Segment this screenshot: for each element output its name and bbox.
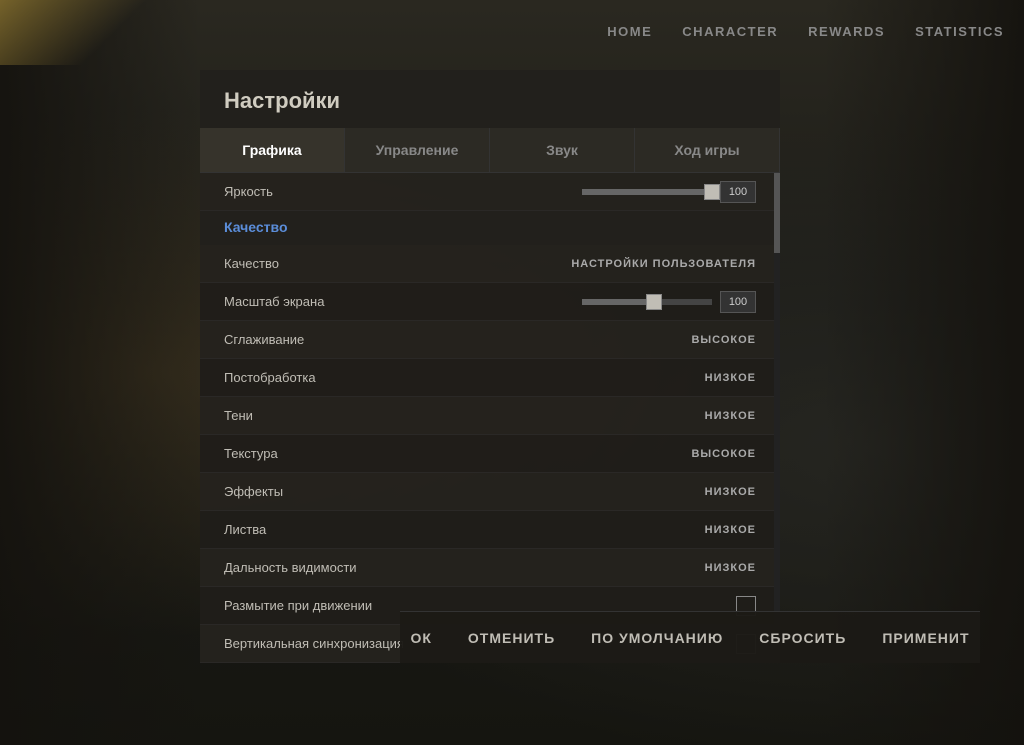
postprocess-label: Постобработка xyxy=(224,370,424,385)
tab-sound[interactable]: Звук xyxy=(490,128,635,172)
postprocess-value[interactable]: НИЗКОЕ xyxy=(705,372,756,384)
top-navigation: HOME CHARACTER REWARDS STATISTICS xyxy=(587,0,1024,62)
bg-left-overlay xyxy=(0,0,200,745)
setting-row-texture: Текстура ВЫСОКОЕ xyxy=(200,435,780,473)
screen-scale-slider-track[interactable] xyxy=(582,299,712,305)
screen-scale-slider-fill xyxy=(582,299,654,305)
quality-value[interactable]: НАСТРОЙКИ ПОЛЬЗОВАТЕЛЯ xyxy=(571,258,756,270)
setting-row-antialiasing: Сглаживание ВЫСОКОЕ xyxy=(200,321,780,359)
effects-label: Эффекты xyxy=(224,484,424,499)
brightness-slider-container: 100 xyxy=(582,181,756,203)
brightness-slider-thumb[interactable] xyxy=(704,184,720,200)
cancel-button[interactable]: ОТМЕНИТЬ xyxy=(460,625,563,651)
quality-label: Качество xyxy=(224,256,424,271)
nav-rewards[interactable]: REWARDS xyxy=(808,19,885,44)
reset-button[interactable]: СБРОСИТЬ xyxy=(751,625,854,651)
screen-scale-value-box: 100 xyxy=(720,291,756,313)
screen-scale-label: Масштаб экрана xyxy=(224,294,424,309)
top-left-decoration xyxy=(0,0,180,65)
setting-row-brightness: Яркость 100 xyxy=(200,173,780,211)
screen-scale-slider-container: 100 xyxy=(582,291,756,313)
quality-section-header: Качество xyxy=(200,211,780,245)
foliage-value[interactable]: НИЗКОЕ xyxy=(705,524,756,536)
quality-section-label: Качество xyxy=(224,219,288,235)
tab-graphics[interactable]: Графика xyxy=(200,128,345,172)
setting-row-foliage: Листва НИЗКОЕ xyxy=(200,511,780,549)
scrollbar[interactable] xyxy=(774,173,780,663)
settings-content: Яркость 100 Качество Качество НАСТРОЙКИ … xyxy=(200,173,780,663)
brightness-slider-fill xyxy=(582,189,712,195)
nav-statistics[interactable]: STATISTICS xyxy=(915,19,1004,44)
view-distance-value[interactable]: НИЗКОЕ xyxy=(705,562,756,574)
scrollbar-thumb[interactable] xyxy=(774,173,780,253)
settings-panel: Настройки Графика Управление Звук Ход иг… xyxy=(200,70,780,663)
settings-title: Настройки xyxy=(200,70,780,128)
antialiasing-value[interactable]: ВЫСОКОЕ xyxy=(691,334,756,346)
default-button[interactable]: ПО УМОЛЧАНИЮ xyxy=(583,625,731,651)
apply-button[interactable]: ПРИМЕНИТ xyxy=(874,625,977,651)
bottom-bar: ОК ОТМЕНИТЬ ПО УМОЛЧАНИЮ СБРОСИТЬ ПРИМЕН… xyxy=(400,611,980,663)
brightness-value-box: 100 xyxy=(720,181,756,203)
texture-value[interactable]: ВЫСОКОЕ xyxy=(691,448,756,460)
tab-gameplay[interactable]: Ход игры xyxy=(635,128,780,172)
setting-row-effects: Эффекты НИЗКОЕ xyxy=(200,473,780,511)
setting-row-quality: Качество НАСТРОЙКИ ПОЛЬЗОВАТЕЛЯ xyxy=(200,245,780,283)
shadows-value[interactable]: НИЗКОЕ xyxy=(705,410,756,422)
texture-label: Текстура xyxy=(224,446,424,461)
setting-row-view-distance: Дальность видимости НИЗКОЕ xyxy=(200,549,780,587)
tab-controls[interactable]: Управление xyxy=(345,128,490,172)
screen-scale-slider-thumb[interactable] xyxy=(646,294,662,310)
brightness-label: Яркость xyxy=(224,184,424,199)
nav-home[interactable]: HOME xyxy=(607,19,652,44)
ok-button[interactable]: ОК xyxy=(402,625,439,651)
effects-value[interactable]: НИЗКОЕ xyxy=(705,486,756,498)
shadows-label: Тени xyxy=(224,408,424,423)
setting-row-shadows: Тени НИЗКОЕ xyxy=(200,397,780,435)
brightness-slider-track[interactable] xyxy=(582,189,712,195)
vsync-label: Вертикальная синхронизация xyxy=(224,636,424,651)
setting-row-postprocess: Постобработка НИЗКОЕ xyxy=(200,359,780,397)
foliage-label: Листва xyxy=(224,522,424,537)
view-distance-label: Дальность видимости xyxy=(224,560,424,575)
motion-blur-label: Размытие при движении xyxy=(224,598,424,613)
nav-character[interactable]: CHARACTER xyxy=(682,19,778,44)
setting-row-screen-scale: Масштаб экрана 100 xyxy=(200,283,780,321)
tabs-row: Графика Управление Звук Ход игры xyxy=(200,128,780,173)
antialiasing-label: Сглаживание xyxy=(224,332,424,347)
